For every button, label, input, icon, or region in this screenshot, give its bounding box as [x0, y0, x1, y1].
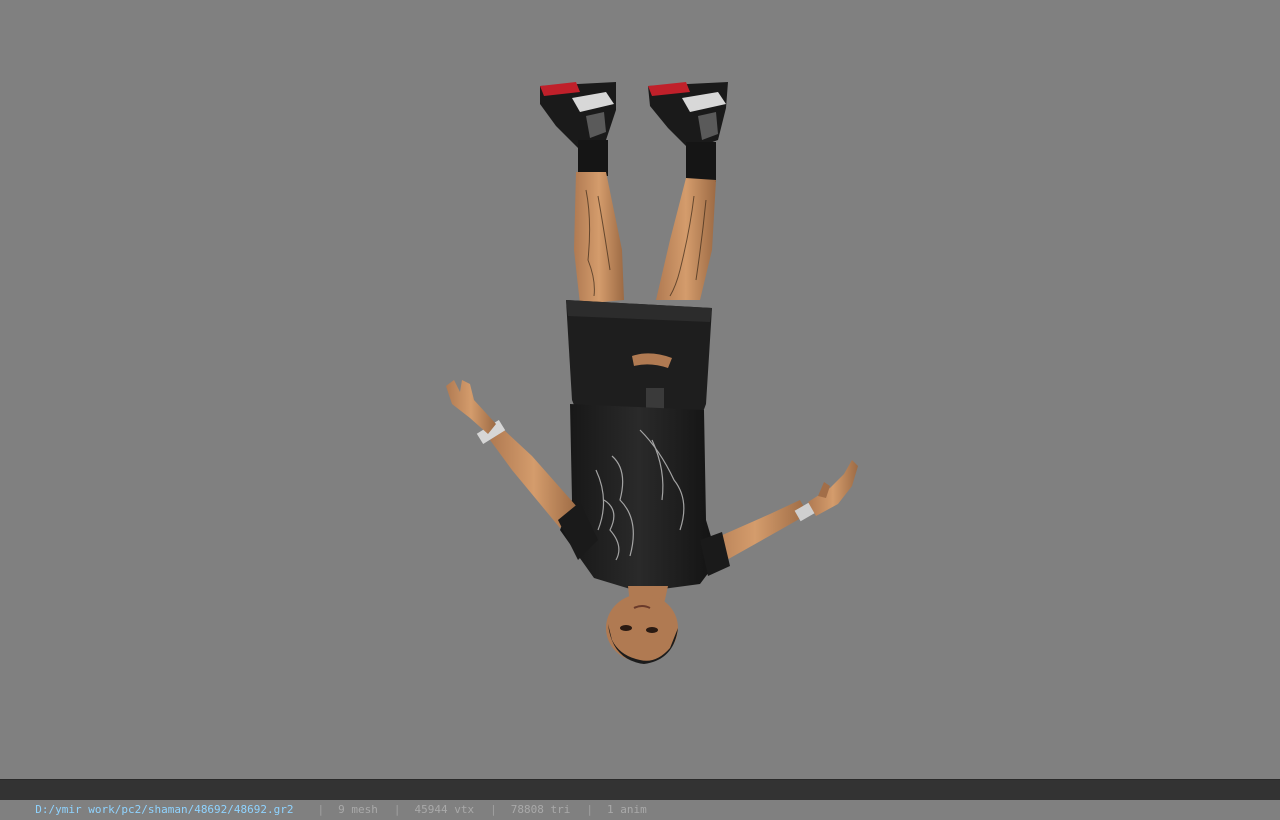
character-model[interactable] [0, 0, 1280, 779]
right-hand [808, 460, 858, 516]
status-bar: D:/ymir work/pc2/shaman/48692/48692.gr2 |… [0, 779, 1280, 816]
file-path-text: D:/ymir work/pc2/shaman/48692/48692.gr2 [35, 803, 294, 816]
right-sock [686, 142, 716, 182]
separator: | [490, 803, 497, 816]
separator: | [393, 803, 401, 816]
shirt [560, 404, 718, 592]
left-arm [490, 430, 578, 528]
separator: | [317, 803, 325, 816]
anim-count-text: 1 anim [607, 803, 647, 816]
left-hand [446, 380, 496, 434]
vertex-count-text: 45944 vtx [414, 803, 475, 816]
mesh-count-text: 9 mesh [338, 803, 378, 816]
left-shoe [540, 82, 616, 148]
right-shoe [648, 82, 728, 150]
3d-viewport[interactable] [0, 0, 1280, 779]
left-sock [578, 140, 608, 176]
triangle-count-text: 78808 tri [510, 803, 571, 816]
left-leg [574, 172, 624, 304]
right-leg [656, 178, 716, 300]
separator: | [586, 803, 593, 816]
